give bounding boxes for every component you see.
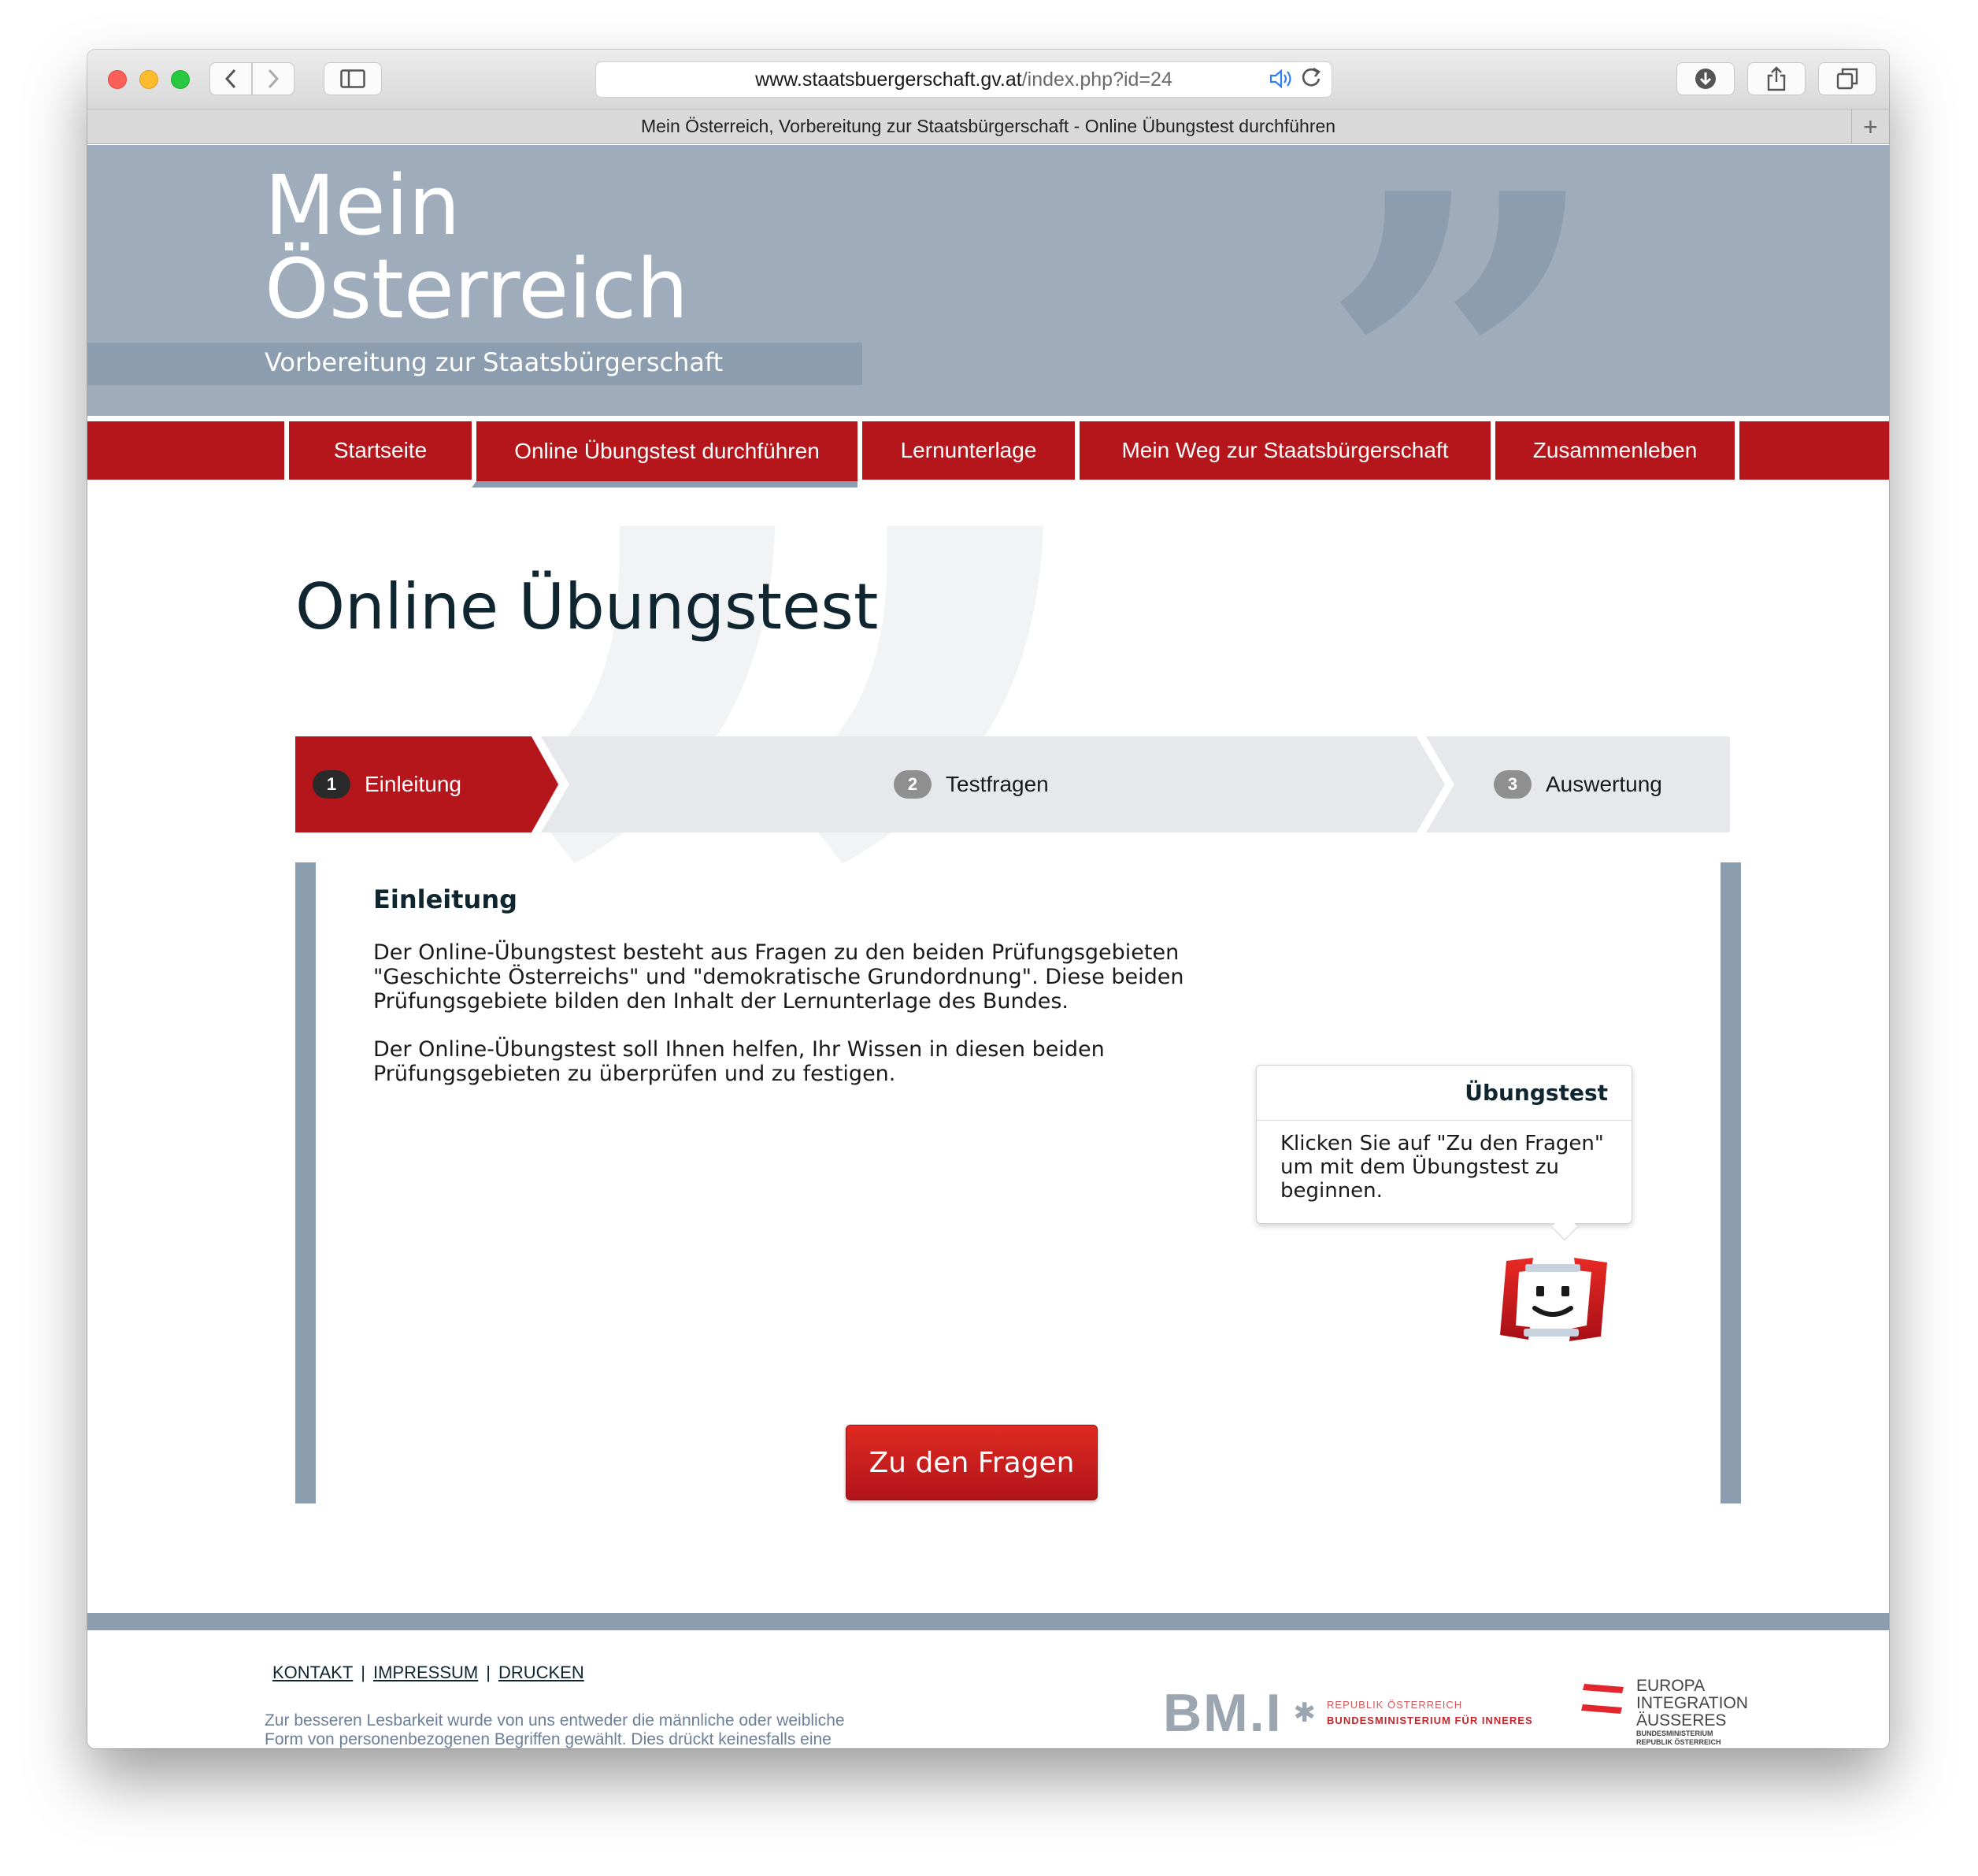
footer-links: KONTAKT | IMPRESSUM | DRUCKEN bbox=[272, 1663, 584, 1683]
eia-line5: REPUBLIK ÖSTERREICH bbox=[1636, 1738, 1721, 1746]
bmi-line1: REPUBLIK ÖSTERREICH bbox=[1327, 1699, 1463, 1711]
page-title: Online Übungstest bbox=[295, 570, 879, 643]
bmi-logo[interactable]: BM.I ✱ REPUBLIK ÖSTERREICH BUNDESMINISTE… bbox=[1163, 1683, 1533, 1743]
eia-line1: EUROPA bbox=[1636, 1677, 1706, 1695]
forward-button[interactable] bbox=[252, 62, 294, 95]
content-left-bar bbox=[295, 862, 316, 1503]
smiley-mascot-icon bbox=[1500, 1258, 1607, 1341]
show-tabs-button[interactable] bbox=[1818, 62, 1876, 95]
eia-line4: BUNDESMINISTERIUM bbox=[1636, 1730, 1713, 1737]
step-einleitung: 1 Einleitung bbox=[313, 736, 461, 832]
sidebar-icon bbox=[340, 69, 365, 88]
step-label: Einleitung bbox=[365, 772, 461, 796]
hint-bubble-title: Übungstest bbox=[1257, 1066, 1632, 1121]
browser-toolbar: www.staatsbuergerschaft.gv.at/index.php?… bbox=[87, 50, 1889, 109]
share-icon bbox=[1767, 66, 1786, 91]
content-right-bar bbox=[1721, 862, 1741, 1503]
step-label: Testfragen bbox=[946, 772, 1049, 796]
close-window-button[interactable] bbox=[108, 70, 127, 89]
browser-window: www.staatsbuergerschaft.gv.at/index.php?… bbox=[87, 50, 1889, 1748]
step-auswertung: 3 Auswertung bbox=[1494, 736, 1662, 832]
intro-text: Der Online-Übungstest besteht aus Fragen… bbox=[373, 940, 1192, 1110]
eagle-icon: ✱ bbox=[1293, 1697, 1317, 1729]
minimize-window-button[interactable] bbox=[139, 70, 158, 89]
footer-link-separator: | bbox=[361, 1663, 365, 1682]
speaker-icon[interactable] bbox=[1269, 68, 1294, 95]
footer-disclaimer: Zur besseren Lesbarkeit wurde von uns en… bbox=[265, 1711, 845, 1748]
eia-line2: INTEGRATION bbox=[1636, 1694, 1748, 1712]
footer-link-impressum[interactable]: IMPRESSUM bbox=[373, 1663, 478, 1682]
nav-item-zusammenleben[interactable]: Zusammenleben bbox=[1491, 421, 1735, 480]
tabs-icon bbox=[1836, 68, 1858, 90]
download-icon bbox=[1695, 69, 1716, 89]
bmi-logo-text: REPUBLIK ÖSTERREICH BUNDESMINISTERIUM FÜ… bbox=[1327, 1697, 1533, 1729]
step-number: 1 bbox=[313, 770, 350, 799]
chevron-left-icon bbox=[224, 69, 236, 89]
europa-integration-text: EUROPA INTEGRATION ÄUSSERES BUNDESMINIST… bbox=[1636, 1678, 1748, 1748]
reload-icon[interactable] bbox=[1300, 65, 1322, 95]
bmi-line2: BUNDESMINISTERIUM FÜR INNERES bbox=[1327, 1715, 1533, 1726]
footer-divider bbox=[87, 1613, 1889, 1630]
step-number: 3 bbox=[1494, 770, 1532, 799]
back-button[interactable] bbox=[209, 62, 252, 95]
maximize-window-button[interactable] bbox=[171, 70, 190, 89]
plus-icon: + bbox=[1863, 112, 1878, 141]
site-title-line1: Mein bbox=[265, 158, 461, 254]
eia-line3: ÄUSSERES bbox=[1636, 1711, 1727, 1730]
intro-paragraph: Der Online-Übungstest besteht aus Fragen… bbox=[373, 940, 1184, 1014]
hint-bubble: Übungstest Klicken Sie auf "Zu den Frage… bbox=[1256, 1065, 1632, 1224]
download-button[interactable] bbox=[1676, 62, 1735, 95]
nav-end-spacer bbox=[1735, 421, 1889, 480]
zu-den-fragen-button[interactable]: Zu den Fragen bbox=[846, 1425, 1098, 1500]
web-page: ” Mein Österreich Vorbereitung zur Staat… bbox=[87, 145, 1889, 1748]
quote-decoration: ” bbox=[1316, 145, 1606, 416]
intro-heading: Einleitung bbox=[373, 884, 518, 914]
address-bar[interactable]: www.staatsbuergerschaft.gv.at/index.php?… bbox=[595, 61, 1332, 98]
tab-bar: Mein Österreich, Vorbereitung zur Staats… bbox=[87, 109, 1889, 144]
footer-link-separator: | bbox=[486, 1663, 491, 1682]
hint-bubble-text: Klicken Sie auf "Zu den Fragen" um mit d… bbox=[1280, 1132, 1604, 1203]
share-button[interactable] bbox=[1747, 62, 1806, 95]
bmi-logo-mark: BM.I bbox=[1163, 1683, 1283, 1743]
nav-item-startseite[interactable]: Startseite bbox=[284, 421, 472, 480]
new-tab-button[interactable]: + bbox=[1851, 109, 1889, 144]
footer-link-drucken[interactable]: DRUCKEN bbox=[498, 1663, 584, 1682]
sidebar-toggle-button[interactable] bbox=[324, 62, 382, 95]
chevron-right-icon bbox=[268, 69, 280, 89]
intro-paragraph: Der Online-Übungstest soll Ihnen helfen,… bbox=[373, 1037, 1105, 1086]
url-host: www.staatsbuergerschaft.gv.at bbox=[755, 68, 1022, 91]
progress-steps: 1 Einleitung 2 Testfragen 3 Auswertung bbox=[295, 736, 1730, 832]
step-testfragen: 2 Testfragen bbox=[894, 736, 1049, 832]
step-label: Auswertung bbox=[1546, 772, 1662, 796]
austrian-flag-icon bbox=[1581, 1684, 1624, 1714]
nav-item-mein-weg[interactable]: Mein Weg zur Staatsbürgerschaft bbox=[1075, 421, 1491, 480]
footer-link-kontakt[interactable]: KONTAKT bbox=[272, 1663, 353, 1682]
europa-integration-logo[interactable]: EUROPA INTEGRATION ÄUSSERES BUNDESMINIST… bbox=[1581, 1678, 1748, 1748]
url-path: /index.php?id=24 bbox=[1021, 68, 1172, 91]
tab-title[interactable]: Mein Österreich, Vorbereitung zur Staats… bbox=[641, 116, 1335, 137]
step-number: 2 bbox=[894, 770, 932, 799]
